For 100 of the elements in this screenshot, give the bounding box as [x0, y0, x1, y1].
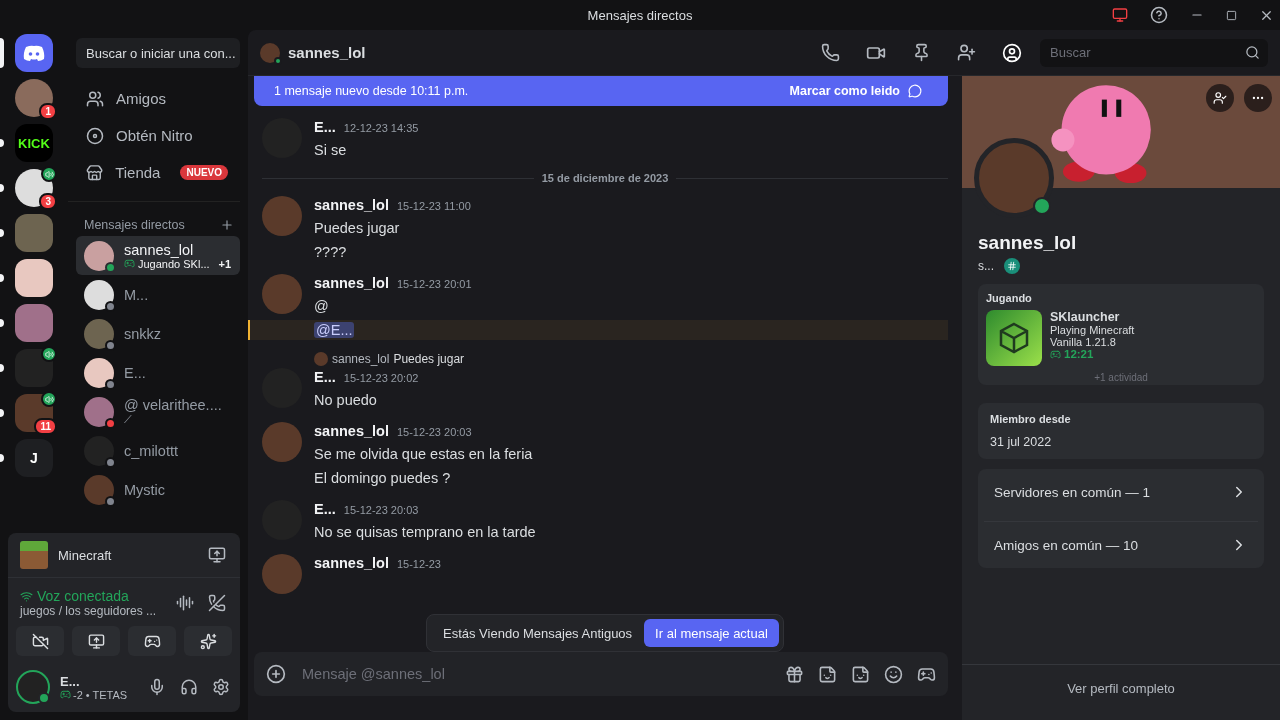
search-icon [1245, 45, 1260, 60]
dm-item[interactable]: M... [76, 275, 240, 314]
activity-title: SKlauncher [1050, 310, 1121, 324]
unread-indicator [0, 409, 4, 417]
reply-author: sannes_lol [332, 352, 390, 366]
avatar [262, 196, 302, 236]
dm-item[interactable]: E... [76, 353, 240, 392]
dm-item[interactable]: c_milottt [76, 431, 240, 470]
speaker-icon [41, 166, 57, 182]
avatar [262, 422, 302, 462]
user-name: E... [60, 673, 81, 689]
microphone-icon [148, 678, 166, 696]
timestamp: 15-12-23 20:01 [396, 278, 472, 290]
sticker-icon[interactable] [851, 664, 870, 684]
author-name[interactable]: E... [314, 501, 336, 517]
message-text: @E... [248, 320, 948, 340]
pin-icon [912, 43, 931, 62]
message-input[interactable]: Mensaje @sannes_lol [300, 665, 771, 683]
dm-item[interactable]: Mystic [76, 470, 240, 509]
mutual-link[interactable]: Servidores en común — 1 [984, 469, 1258, 515]
people-icon [86, 89, 104, 108]
timestamp: 15-12-23 20:03 [343, 504, 419, 516]
grass-block-icon [20, 541, 48, 569]
nav-link[interactable]: Tienda [115, 164, 161, 181]
message-field[interactable]: Mensaje @sannes_lol [254, 652, 948, 696]
server-icon[interactable]: J [15, 439, 53, 477]
camera-button[interactable] [16, 626, 64, 656]
gamepad-icon [60, 689, 71, 700]
mutual-link[interactable]: Amigos en común — 10 [984, 521, 1258, 568]
message-text: No puedo [314, 391, 378, 410]
unread-indicator [0, 364, 4, 372]
unread-indicator [0, 229, 4, 237]
gamepad-icon [1050, 348, 1061, 360]
game-name: Minecraft [58, 547, 113, 563]
server-icon[interactable] [15, 349, 53, 387]
server-icon[interactable]: KICK [15, 124, 53, 162]
phone-icon [821, 43, 840, 62]
activity-detail: Vanilla 1.21.8 [1050, 336, 1117, 348]
nav-link[interactable]: Obtén Nitro [116, 127, 193, 144]
search-input[interactable]: Buscar [1048, 44, 1245, 61]
unread-count: 1 [39, 103, 57, 120]
user-check-icon [1213, 91, 1227, 105]
sparkles-icon [199, 632, 217, 650]
emoji-icon[interactable] [884, 664, 903, 684]
game-art [986, 310, 1042, 366]
new-messages-text: 1 mensaje nuevo desde 10:11 p.m. [274, 84, 469, 98]
date-divider: 15 de diciembre de 2023 [262, 172, 948, 184]
message-text: El domingo puedes ? [314, 469, 452, 488]
camera-off-icon [31, 632, 49, 650]
author-name[interactable]: sannes_lol [314, 555, 389, 571]
author-name[interactable]: E... [314, 369, 336, 385]
message-text: @ [314, 297, 330, 316]
speaker-icon [41, 391, 57, 407]
dm-item[interactable]: sannes_lol Jugando SKl... +1 [76, 236, 240, 275]
chat-bubble-icon [908, 84, 922, 98]
soundboard-button[interactable] [184, 626, 232, 656]
settings-icon [212, 678, 230, 696]
message-text: Se me olvida que estas en la feria [314, 445, 534, 464]
author-name[interactable]: sannes_lol [314, 423, 389, 439]
mark-read-button[interactable]: Marcar como leido [783, 83, 928, 99]
author-name[interactable]: sannes_lol [314, 197, 389, 213]
profile-tag: s... [978, 259, 994, 273]
dm-item[interactable]: @ velarithee.... ⟋ [76, 392, 240, 431]
discord-logo-icon[interactable] [15, 34, 53, 72]
gift-icon[interactable] [785, 664, 804, 684]
voice-channel: juegos / los seguidores ... [20, 604, 158, 618]
unread-indicator [0, 274, 4, 282]
disconnect-button[interactable] [206, 592, 228, 614]
unread-indicator [0, 184, 4, 192]
nav-link[interactable]: Amigos [116, 90, 167, 107]
activity-detail: Playing Minecraft [1050, 324, 1135, 336]
full-profile-button[interactable]: Ver perfil completo [962, 664, 1280, 712]
help-icon[interactable] [1150, 6, 1168, 24]
call-button[interactable] [819, 41, 842, 64]
jump-button[interactable]: Ir al mensaje actual [644, 619, 779, 647]
search-button[interactable]: Buscar o iniciar una con... [76, 38, 240, 68]
unread-indicator [0, 454, 4, 462]
window-title: Mensajes directos [587, 7, 693, 23]
phone-icon [208, 594, 226, 612]
screen-share-button[interactable] [72, 626, 120, 656]
author-name[interactable]: E... [314, 119, 336, 135]
user-status: -2 • TETAS [60, 688, 136, 701]
status-dot [1033, 197, 1051, 215]
disc-icon [86, 126, 104, 145]
add-icon[interactable] [266, 664, 286, 684]
server-icon[interactable] [15, 259, 53, 297]
timestamp: 12-12-23 14:35 [343, 122, 419, 134]
search-field[interactable]: Buscar [1040, 38, 1268, 67]
author-name[interactable]: sannes_lol [314, 275, 389, 291]
timestamp: 15-12-23 20:02 [343, 372, 419, 384]
unread-indicator [0, 38, 4, 68]
elapsed-time: 12:21 [1050, 348, 1135, 360]
monitor-icon[interactable] [1112, 7, 1128, 23]
friend-button[interactable] [1206, 84, 1234, 112]
profile-name: sannes_lol [978, 232, 1078, 254]
maximize-icon[interactable] [1226, 9, 1237, 21]
activity-button[interactable] [128, 626, 176, 656]
unread-indicator [0, 139, 4, 147]
dm-item[interactable]: snkkz [76, 314, 240, 353]
message-text: Si se [314, 141, 348, 160]
